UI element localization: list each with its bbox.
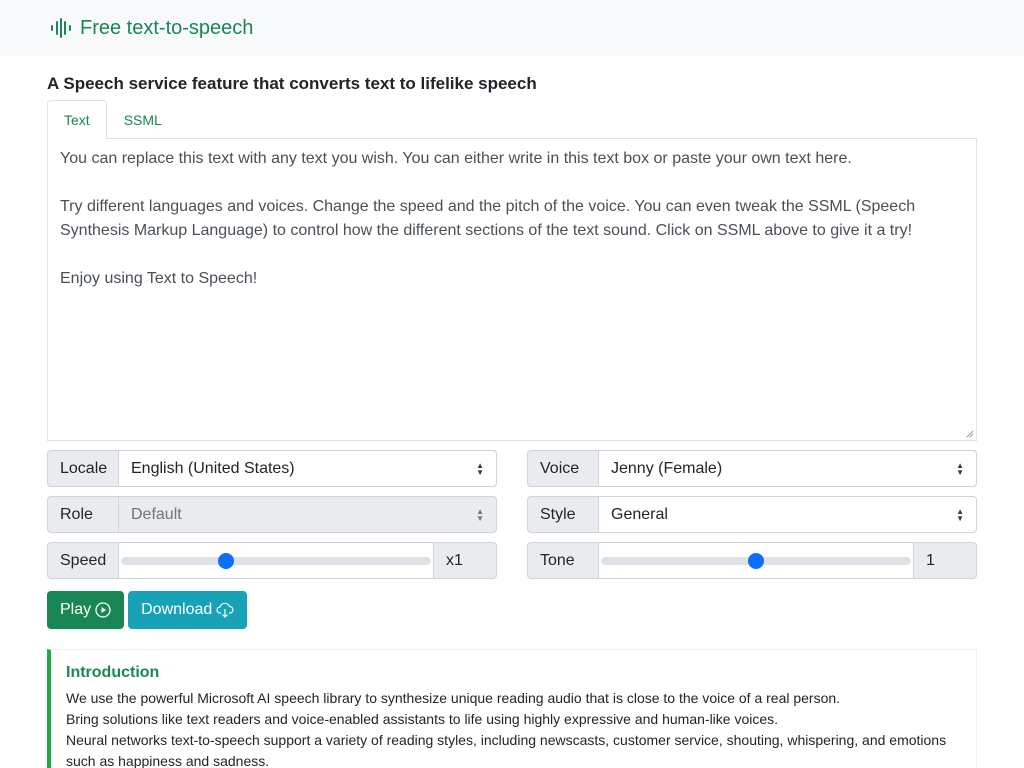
- locale-value: English (United States): [131, 459, 295, 477]
- intro-line: Bring solutions like text readers and vo…: [66, 711, 779, 727]
- locale-label: Locale: [47, 450, 119, 487]
- select-arrows-icon: ▲ ▼: [476, 506, 484, 523]
- voice-select[interactable]: Jenny (Female) ▲ ▼: [599, 450, 977, 487]
- speed-label: Speed: [47, 542, 119, 579]
- tone-value: 1: [913, 542, 977, 579]
- sound-wave-icon: [51, 18, 71, 38]
- speed-thumb[interactable]: [218, 552, 235, 569]
- page-title: A Speech service feature that converts t…: [47, 74, 537, 93]
- download-button[interactable]: Download: [128, 591, 248, 629]
- action-buttons: Play Download: [47, 591, 977, 629]
- tone-thumb[interactable]: [748, 552, 764, 569]
- controls-grid: Locale English (United States) ▲ ▼ Voice …: [47, 450, 977, 579]
- brand-link[interactable]: Free text-to-speech: [50, 17, 253, 40]
- role-value: Default: [131, 505, 182, 523]
- intro-heading: Introduction: [66, 664, 160, 681]
- speed-track[interactable]: [121, 552, 431, 569]
- role-select: Default ▲ ▼: [119, 496, 497, 533]
- select-arrows-icon: ▲ ▼: [956, 506, 964, 523]
- locale-select[interactable]: English (United States) ▲ ▼: [119, 450, 497, 487]
- style-select[interactable]: General ▲ ▼: [599, 496, 977, 533]
- speed-group: Speed x1: [47, 542, 497, 579]
- tab-ssml[interactable]: SSML: [107, 100, 179, 140]
- tab-bar: Text SSML: [47, 100, 977, 140]
- style-value: General: [611, 505, 668, 523]
- intro-panel: Introduction We use the powerful Microso…: [47, 649, 977, 768]
- editor-paragraph: Enjoy using Text to Speech!: [60, 270, 258, 287]
- role-label: Role: [47, 496, 119, 533]
- play-button[interactable]: Play: [47, 591, 125, 629]
- voice-group: Voice Jenny (Female) ▲ ▼: [527, 450, 977, 487]
- navbar: Free text-to-speech: [0, 0, 1024, 56]
- text-editor[interactable]: You can replace this text with any text …: [47, 139, 977, 441]
- editor-paragraph: Try different languages and voices. Chan…: [60, 198, 916, 239]
- intro-line: Neural networks text-to-speech support a…: [66, 732, 947, 768]
- locale-group: Locale English (United States) ▲ ▼: [47, 450, 497, 487]
- voice-label: Voice: [527, 450, 599, 487]
- role-group: Role Default ▲ ▼: [47, 496, 497, 533]
- tone-label: Tone: [527, 542, 599, 579]
- speed-value: x1: [433, 542, 497, 579]
- tone-track[interactable]: [601, 552, 911, 569]
- main-container: A Speech service feature that converts t…: [47, 74, 977, 768]
- cloud-download-icon: [216, 602, 234, 618]
- tone-slider[interactable]: [599, 542, 913, 579]
- speed-slider[interactable]: [119, 542, 433, 579]
- brand-name: Free text-to-speech: [80, 16, 254, 39]
- style-group: Style General ▲ ▼: [527, 496, 977, 533]
- tab-text[interactable]: Text: [47, 100, 107, 140]
- voice-value: Jenny (Female): [611, 459, 723, 477]
- download-label: Download: [141, 601, 213, 618]
- select-arrows-icon: ▲ ▼: [476, 460, 484, 477]
- play-circle-icon: [95, 602, 111, 618]
- play-label: Play: [60, 601, 92, 618]
- tone-group: Tone 1: [527, 542, 977, 579]
- intro-line: We use the powerful Microsoft AI speech …: [66, 690, 841, 706]
- style-label: Style: [527, 496, 599, 533]
- resize-handle-icon[interactable]: [966, 430, 974, 438]
- select-arrows-icon: ▲ ▼: [956, 460, 964, 477]
- editor-paragraph: You can replace this text with any text …: [60, 150, 852, 167]
